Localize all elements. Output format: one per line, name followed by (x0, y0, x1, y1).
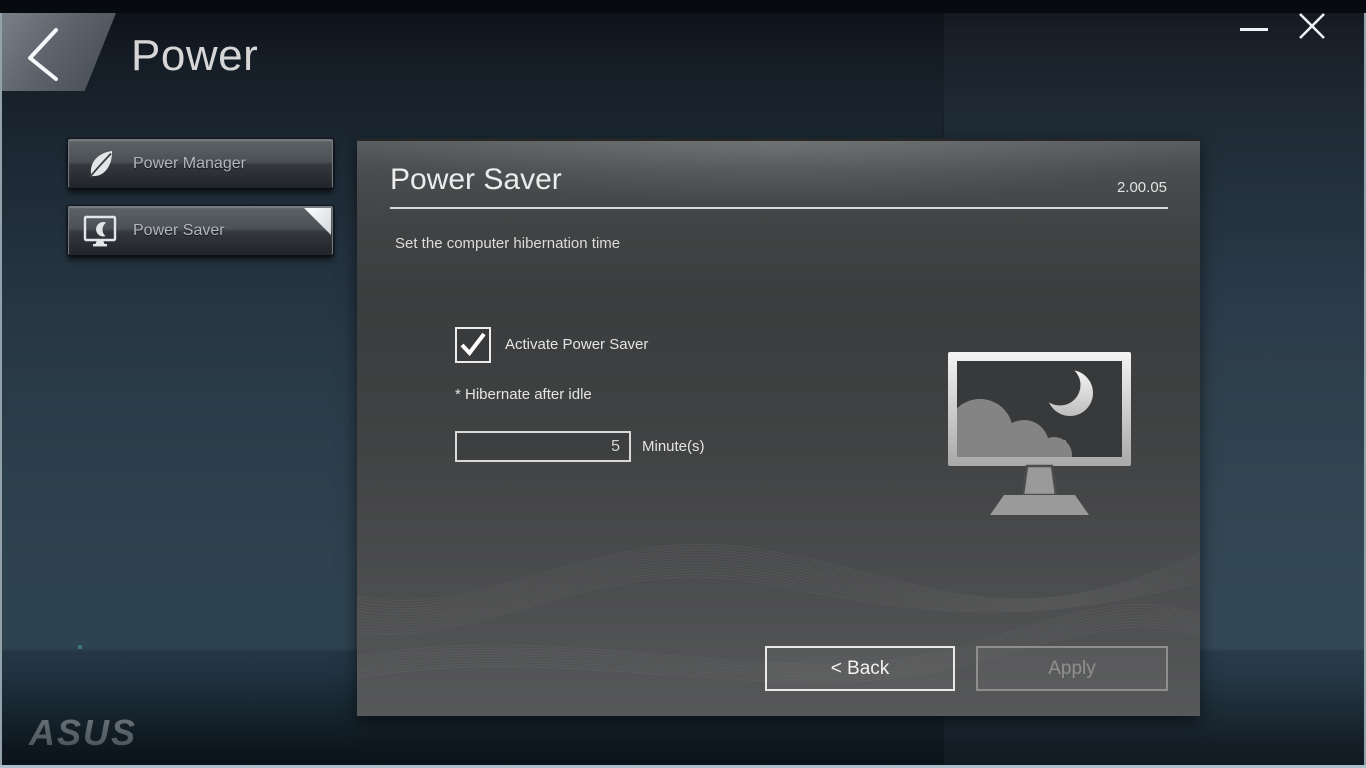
power-saver-panel: Power Saver 2.00.05 Set the computer hib… (357, 138, 1200, 716)
minimize-icon (1240, 28, 1268, 31)
window-left-edge (0, 13, 2, 768)
close-icon (1299, 13, 1325, 39)
monitor-moon-icon (81, 212, 119, 250)
selected-corner-marker (304, 208, 331, 235)
activate-power-saver-label: Activate Power Saver (505, 336, 649, 353)
panel-title: Power Saver (390, 163, 562, 196)
svg-text:ASUS: ASUS (28, 712, 137, 753)
sidebar-item-power-manager[interactable]: Power Manager (68, 139, 333, 188)
back-button[interactable]: < Back (765, 646, 955, 691)
hibernate-minutes-input[interactable] (455, 431, 631, 462)
apply-button[interactable]: Apply (976, 646, 1168, 691)
back-nav-button[interactable] (0, 13, 116, 91)
minutes-unit-label: Minute(s) (642, 438, 705, 455)
asus-logo: ASUS (28, 712, 137, 753)
sidebar-item-label: Power Saver (133, 221, 225, 239)
checkmark-icon (460, 332, 486, 357)
page-title: Power (131, 31, 259, 80)
version-label: 2.00.05 (1116, 179, 1167, 196)
title-divider (390, 207, 1168, 209)
monitor-moon-illustration (948, 352, 1131, 562)
activate-power-saver-checkbox[interactable] (455, 327, 491, 363)
leaf-icon (81, 145, 119, 183)
hibernate-after-idle-label: * Hibernate after idle (455, 386, 592, 403)
window-top-bar (0, 0, 1366, 13)
chevron-left-icon (28, 28, 58, 81)
artifact-dot (78, 645, 82, 649)
minimize-button[interactable] (1236, 18, 1272, 44)
sidebar-item-label: Power Manager (133, 154, 246, 172)
panel-description: Set the computer hibernation time (395, 235, 621, 252)
app-window: Power Power Manager Power Saver Power Sa… (0, 0, 1366, 768)
sidebar-item-power-saver[interactable]: Power Saver (68, 206, 333, 255)
close-button[interactable] (1294, 8, 1330, 44)
